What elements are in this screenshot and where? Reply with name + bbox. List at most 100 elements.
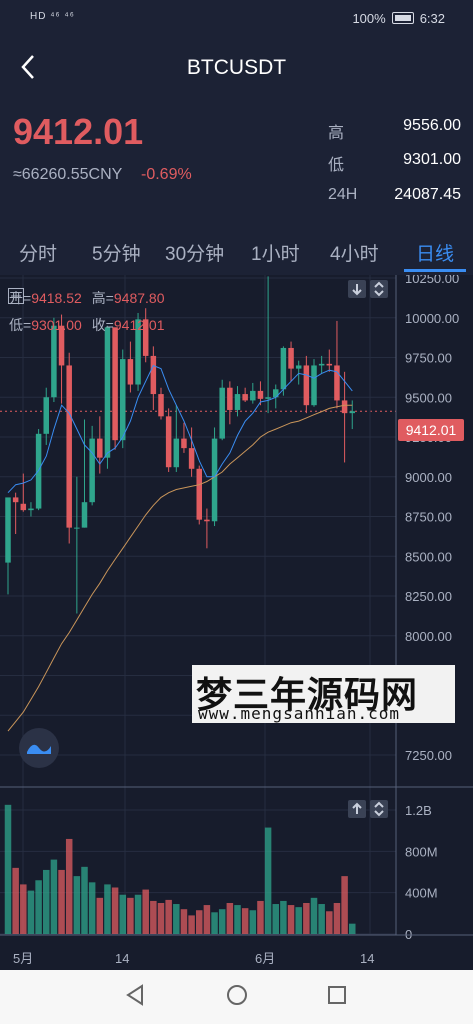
- volume-bar: [27, 890, 35, 934]
- volume-bar: [157, 903, 165, 934]
- candle-body: [66, 365, 72, 528]
- high-ohlc-value: 9487.80: [113, 290, 165, 306]
- ma-short-line: [7, 364, 353, 494]
- change-percent: -0.69%: [141, 166, 192, 183]
- candle-body: [341, 400, 348, 414]
- price-tick-label: 8000.00: [405, 629, 452, 644]
- candle-body: [165, 416, 172, 468]
- volume-tick-label: 400M: [405, 886, 438, 901]
- kline-chart[interactable]: 10250.0010000.009750.009500.009250.00900…: [0, 271, 473, 970]
- arrow-up-icon: [352, 802, 362, 814]
- volume-bar: [303, 903, 310, 934]
- candle-body: [74, 527, 80, 529]
- candle-body: [265, 397, 271, 399]
- price-tick-label: 8750.00: [405, 510, 452, 525]
- volume-bar: [180, 909, 188, 934]
- volume-bar: [234, 905, 241, 934]
- candle-body: [89, 438, 95, 503]
- candle-body: [173, 438, 180, 468]
- volume-bar: [119, 894, 126, 934]
- zoom-down-button[interactable]: [348, 280, 366, 298]
- volume-bar: [272, 904, 279, 934]
- volume-bar: [349, 923, 356, 934]
- high-ohlc-label: 高=: [91, 290, 114, 306]
- close-ohlc-value: 9412.01: [113, 317, 165, 333]
- last-price-tag: 9412.01: [398, 419, 464, 441]
- zoom-up-button[interactable]: [370, 280, 388, 298]
- candle-body: [326, 363, 333, 366]
- volume-bar: [264, 827, 272, 934]
- tab-5min[interactable]: 5分钟: [92, 239, 141, 266]
- close-ohlc-label: 收=: [91, 317, 114, 333]
- volume-bar: [111, 887, 119, 934]
- time-tick-label: 14: [115, 951, 129, 966]
- candle-body: [280, 347, 287, 390]
- volume-24h-label: 24H: [328, 186, 358, 203]
- nav-recent-button[interactable]: [326, 982, 348, 1013]
- volume-bar: [196, 910, 203, 934]
- low-ohlc-label: 低=: [9, 317, 32, 333]
- volume-bar: [287, 905, 295, 934]
- tab-30min[interactable]: 30分钟: [165, 239, 224, 266]
- title-bar: BTCUSDT: [0, 36, 473, 100]
- tab-daily[interactable]: 日线: [416, 239, 454, 266]
- high-label: 高: [328, 125, 345, 142]
- volume-bar: [50, 859, 58, 934]
- nav-back-button[interactable]: [124, 982, 146, 1013]
- price-tick-label: 7250.00: [405, 748, 452, 763]
- volume-bar: [310, 897, 318, 934]
- candle-body: [311, 365, 317, 406]
- volume-tick-label: 800M: [405, 844, 438, 859]
- tab-4hour[interactable]: 4小时: [330, 239, 379, 266]
- candle-body: [127, 359, 134, 385]
- square-recent-icon: [328, 986, 346, 1004]
- candle-body: [188, 448, 195, 469]
- price-tick-label: 8250.00: [405, 589, 452, 604]
- volume-bar: [211, 912, 218, 934]
- volume-bar: [257, 900, 264, 934]
- candle-body: [104, 327, 111, 458]
- arrows-vertical-icon: [374, 281, 384, 297]
- volume-bar: [218, 909, 226, 934]
- volume-bar: [96, 897, 104, 934]
- high-value: 9556.00: [403, 117, 461, 134]
- price-tick-label: 10000.00: [405, 311, 459, 326]
- price-tick-label: 9000.00: [405, 470, 452, 485]
- tab-time-sharing[interactable]: 分时: [19, 239, 57, 266]
- candle-body: [120, 359, 126, 441]
- time-tick-label: 5月: [13, 951, 33, 966]
- volume-bar: [150, 900, 157, 934]
- candle-body: [12, 497, 19, 503]
- triangle-back-icon: [126, 984, 143, 1006]
- volume-up-button[interactable]: [348, 800, 366, 818]
- volume-bar: [226, 903, 234, 934]
- candle-body: [97, 438, 103, 458]
- candle-body: [20, 503, 27, 511]
- volume-bar: [341, 876, 348, 934]
- candle-body: [242, 394, 248, 401]
- volume-bar: [35, 880, 42, 934]
- candle-body: [81, 502, 88, 528]
- candle-body: [288, 347, 294, 369]
- volume-bar: [134, 894, 142, 934]
- candle-body: [112, 327, 118, 441]
- candle-body: [349, 411, 355, 414]
- time-tick-label: 14: [360, 951, 374, 966]
- price-tick-label: 10250.00: [405, 275, 459, 286]
- app-logo-button[interactable]: [19, 728, 59, 768]
- candle-body: [295, 365, 302, 369]
- price-tick-label: 9750.00: [405, 351, 452, 366]
- time-tick-label: 6月: [255, 951, 275, 966]
- candle-body: [158, 394, 164, 417]
- volume-bar: [188, 915, 195, 934]
- volume-bar: [165, 899, 172, 934]
- tab-1hour[interactable]: 1小时: [251, 239, 300, 266]
- volume-bar: [241, 908, 249, 934]
- open-value: 9418.52: [31, 290, 82, 306]
- nav-home-button[interactable]: [225, 982, 249, 1013]
- low-value: 9301.00: [403, 151, 461, 168]
- arrow-down-icon: [352, 284, 362, 296]
- volume-toggle-button[interactable]: [370, 800, 388, 818]
- clock: 6:32: [419, 11, 445, 26]
- volume-bar: [249, 910, 257, 934]
